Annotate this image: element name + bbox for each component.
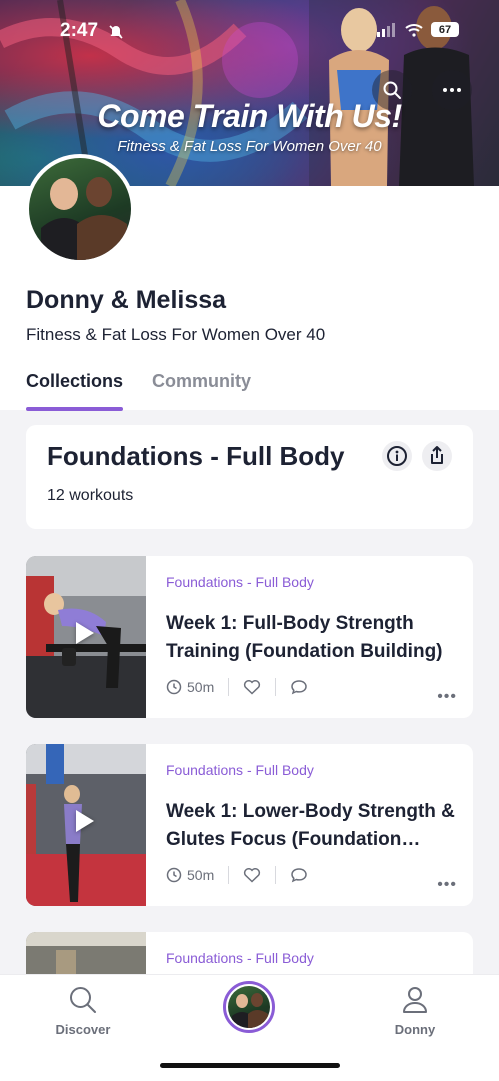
workout-duration: 50m: [187, 867, 215, 883]
workout-duration: 50m: [187, 679, 215, 695]
status-indicators: 67: [377, 22, 459, 37]
workout-meta: 50m: [166, 866, 308, 884]
wifi-icon: [405, 23, 423, 37]
workout-more-button[interactable]: •••: [437, 876, 457, 894]
comment-icon[interactable]: [290, 867, 308, 883]
battery-indicator: 67: [431, 22, 459, 37]
workout-collection-label: Foundations - Full Body: [166, 950, 314, 966]
divider: [275, 678, 277, 696]
hero-title: Come Train With Us!: [97, 98, 402, 134]
heart-icon[interactable]: [243, 679, 261, 695]
divider: [228, 866, 230, 884]
collection-header-card: Foundations - Full Body 12 workouts: [26, 425, 473, 529]
home-indicator: [160, 1063, 340, 1068]
workout-card[interactable]: Foundations - Full Body: [26, 932, 473, 974]
play-icon: [76, 810, 94, 832]
divider: [275, 866, 277, 884]
active-tab-indicator: [26, 407, 123, 411]
workout-thumbnail[interactable]: [26, 744, 146, 906]
comment-icon[interactable]: [290, 679, 308, 695]
share-icon: [431, 446, 443, 464]
tab-collections[interactable]: Collections: [26, 371, 123, 392]
more-icon: [443, 88, 461, 92]
collection-workout-count: 12 workouts: [47, 487, 134, 504]
collection-title: Foundations - Full Body: [47, 441, 345, 471]
profile-name: Donny & Melissa: [26, 286, 227, 314]
nav-discover[interactable]: Discover: [38, 985, 128, 1037]
nav-discover-label: Discover: [55, 1022, 111, 1037]
workout-thumbnail[interactable]: [26, 932, 146, 974]
workout-card[interactable]: Foundations - Full Body Week 1: Lower-Bo…: [26, 744, 473, 906]
workout-meta: 50m: [166, 678, 308, 696]
workout-thumbnail[interactable]: [26, 556, 146, 718]
hero-subtitle: Fitness & Fat Loss For Women Over 40: [117, 138, 382, 155]
search-icon: [70, 987, 96, 1013]
nav-profile-label: Donny: [394, 1022, 436, 1037]
profile-tagline: Fitness & Fat Loss For Women Over 40: [26, 325, 326, 344]
avatar: [228, 986, 270, 1028]
info-button[interactable]: [382, 441, 412, 471]
play-icon: [76, 622, 94, 644]
clock-icon: [166, 867, 182, 883]
signal-icon: [377, 22, 395, 37]
search-icon: [383, 81, 401, 99]
share-button[interactable]: [422, 441, 452, 471]
tab-community[interactable]: Community: [152, 371, 251, 392]
clock-icon: [166, 679, 182, 695]
heart-icon[interactable]: [243, 867, 261, 883]
workout-title[interactable]: Week 1: Full-Body Strength Training (Fou…: [166, 610, 458, 666]
workout-collection-label: Foundations - Full Body: [166, 762, 314, 778]
profile-avatar[interactable]: [25, 154, 135, 264]
workout-title[interactable]: Week 1: Lower-Body Strength & Glutes Foc…: [166, 798, 458, 854]
status-time: 2:47: [60, 20, 99, 41]
workout-collection-label: Foundations - Full Body: [166, 574, 314, 590]
person-icon: [403, 987, 427, 1013]
nav-home-avatar[interactable]: [223, 981, 275, 1033]
info-icon: [387, 446, 407, 466]
bell-slash-icon: [108, 24, 124, 45]
workout-more-button[interactable]: •••: [437, 688, 457, 706]
divider: [228, 678, 230, 696]
workout-card[interactable]: Foundations - Full Body Week 1: Full-Bod…: [26, 556, 473, 718]
avatar-image: [29, 158, 131, 260]
nav-profile[interactable]: Donny: [370, 985, 460, 1037]
